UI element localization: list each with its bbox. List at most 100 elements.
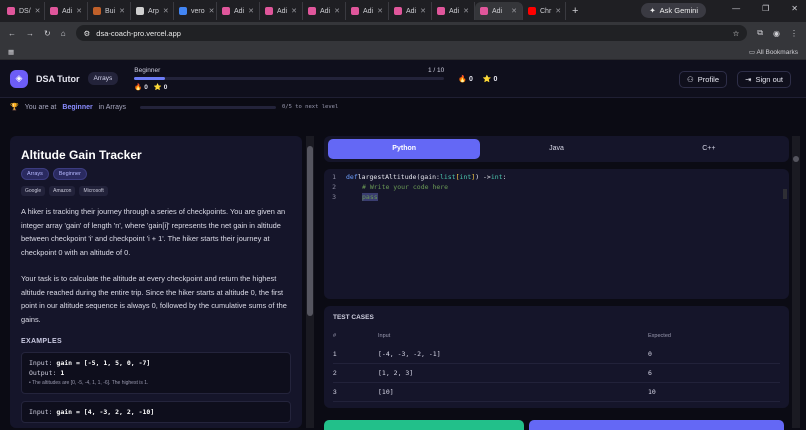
- browser-tab[interactable]: Chr ✕: [523, 2, 566, 20]
- tab-favicon-icon: [50, 7, 58, 15]
- company-tags: Google Amazon Microsoft: [21, 186, 291, 196]
- home-icon[interactable]: ⌂: [61, 29, 66, 38]
- test-cases-table: # Input Expected 1 [-4, -3, -2, -1] 0 2 [1, …: [333, 331, 780, 402]
- code-line: 1 def largestAltitude(gain: list[int]) -…: [324, 172, 789, 182]
- ask-gemini-label: Ask Gemini: [659, 6, 698, 15]
- sign-out-button[interactable]: ⇥ Sign out: [737, 71, 791, 88]
- close-tab-icon[interactable]: ✕: [377, 7, 383, 15]
- input-label: Input:: [29, 359, 53, 367]
- problem-scrollbar[interactable]: [306, 136, 314, 428]
- language-tab[interactable]: Python: [328, 139, 481, 159]
- profile-avatar-icon[interactable]: ◉: [773, 29, 780, 38]
- language-tab[interactable]: Java: [480, 139, 632, 159]
- scrollbar-thumb[interactable]: [793, 156, 799, 162]
- tab-list: DS/✕ Adi ✕ Bui ✕ Arp ✕ vero ✕ Adi ✕ Adi ✕ Adi ✕ Adi ✕ Adi…: [2, 2, 566, 20]
- profile-button[interactable]: ⚇ Profile: [679, 71, 727, 88]
- stars-total: ⭐ 0: [483, 75, 498, 83]
- code-token: ) ->: [475, 173, 491, 181]
- bookmark-star-icon[interactable]: ☆: [733, 29, 740, 38]
- line-number: 1: [332, 173, 336, 181]
- browser-tab[interactable]: Adi ✕: [260, 2, 303, 20]
- code-editor[interactable]: 1 def largestAltitude(gain: list[int]) -…: [324, 169, 789, 299]
- tab-title: Arp: [148, 7, 159, 15]
- code-token: int: [490, 173, 503, 181]
- browser-tab[interactable]: Adi ✕: [475, 2, 523, 20]
- profile-label: Profile: [697, 75, 719, 84]
- browser-tab[interactable]: Adi ✕: [45, 2, 88, 20]
- tab-title: Bui: [105, 7, 116, 15]
- new-tab-icon[interactable]: +: [566, 5, 584, 17]
- editor-scrollbar[interactable]: [783, 189, 787, 199]
- reload-icon[interactable]: ↻: [44, 29, 51, 38]
- minimize-icon[interactable]: —: [732, 4, 740, 13]
- close-tab-icon[interactable]: ✕: [163, 7, 169, 15]
- sparkle-icon: ✦: [649, 6, 656, 15]
- table-row: 2 [1, 2, 3] 6: [333, 364, 780, 383]
- level-progress-text: 1 / 10: [428, 66, 445, 74]
- language-tab[interactable]: C++: [633, 139, 785, 159]
- code-line: 2 # Write your code here: [324, 182, 789, 192]
- menu-icon[interactable]: ⋮: [790, 29, 798, 38]
- close-tab-icon[interactable]: ✕: [334, 7, 340, 15]
- browser-tab[interactable]: Adi ✕: [217, 2, 260, 20]
- level-progress-fill: [134, 76, 166, 80]
- browser-tab[interactable]: Adi ✕: [303, 2, 346, 20]
- code-token: :: [502, 173, 507, 181]
- ask-gemini-button[interactable]: ✦ Ask Gemini: [641, 3, 706, 18]
- browser-tab[interactable]: vero ✕: [174, 2, 217, 20]
- forward-icon[interactable]: →: [26, 29, 34, 38]
- close-tab-icon[interactable]: ✕: [209, 7, 215, 15]
- close-tab-icon[interactable]: ✕: [291, 7, 297, 15]
- site-info-icon[interactable]: ⚙: [84, 29, 91, 38]
- browser-tab[interactable]: Adi ✕: [389, 2, 432, 20]
- tab-favicon-icon: [136, 7, 144, 15]
- language-tabs: Python Java C++: [324, 136, 789, 162]
- tab-title: Chr: [540, 7, 552, 15]
- page-scrollbar[interactable]: [792, 136, 800, 428]
- close-tab-icon[interactable]: ✕: [420, 7, 426, 15]
- url-input[interactable]: ⚙ dsa-coach-pro.vercel.app ☆: [75, 25, 748, 41]
- tab-title: Adi: [492, 7, 503, 15]
- back-icon[interactable]: ←: [8, 29, 16, 38]
- column-header: #: [333, 333, 337, 339]
- user-icon: ⚇: [687, 75, 694, 84]
- example-output: 1: [60, 369, 65, 377]
- current-level: Beginner: [62, 103, 93, 111]
- tab-title: DS/: [19, 7, 31, 15]
- extensions-icon[interactable]: ⧉: [757, 28, 763, 38]
- browser-tab[interactable]: Bui ✕: [88, 2, 131, 20]
- browser-tab[interactable]: Adi ✕: [432, 2, 475, 20]
- editor-panel: Python Java C++ 1 def largestAltitude(gain…: [324, 136, 789, 430]
- description-paragraph: A hiker is tracking their journey throug…: [21, 207, 286, 257]
- topic-badge[interactable]: Arrays: [87, 72, 119, 85]
- apps-grid-icon[interactable]: ▦: [8, 48, 14, 56]
- browser-tab[interactable]: Arp ✕: [131, 2, 174, 20]
- url-text: dsa-coach-pro.vercel.app: [96, 28, 181, 38]
- test-expected: 10: [648, 388, 656, 396]
- action-buttons: [324, 420, 789, 430]
- level-status-bar: 🏆 You are at Beginner in Arrays 0/5 to n…: [0, 98, 806, 116]
- description-paragraph: Your task is to calculate the altitude a…: [21, 274, 287, 324]
- close-tab-icon[interactable]: ✕: [555, 7, 561, 15]
- browser-tab[interactable]: Adi ✕: [346, 2, 389, 20]
- close-tab-icon[interactable]: ✕: [76, 7, 82, 15]
- all-bookmarks[interactable]: ▭ All Bookmarks: [749, 48, 798, 56]
- close-tab-icon[interactable]: ✕: [511, 7, 517, 15]
- close-tab-icon[interactable]: ✕: [463, 7, 469, 15]
- close-window-icon[interactable]: ✕: [791, 4, 798, 13]
- maximize-icon[interactable]: ❐: [762, 4, 769, 13]
- tab-favicon-icon: [437, 7, 445, 15]
- app-header: ◈ DSA Tutor Arrays Beginner 1 / 10 🔥 0 ⭐…: [0, 60, 806, 98]
- level-prefix: You are at: [24, 103, 57, 111]
- output-label: Output:: [29, 369, 57, 377]
- star-icon: ⭐: [482, 75, 492, 83]
- submit-button[interactable]: [529, 420, 784, 430]
- close-tab-icon[interactable]: ✕: [119, 7, 125, 15]
- problem-tag: Arrays: [21, 168, 49, 180]
- close-tab-icon[interactable]: ✕: [35, 7, 41, 15]
- close-tab-icon[interactable]: ✕: [248, 7, 254, 15]
- browser-tab[interactable]: DS/ ✕: [2, 2, 45, 20]
- next-level-text: 0/5 to next level: [281, 104, 339, 110]
- scrollbar-thumb[interactable]: [307, 146, 313, 316]
- run-button[interactable]: [324, 420, 524, 430]
